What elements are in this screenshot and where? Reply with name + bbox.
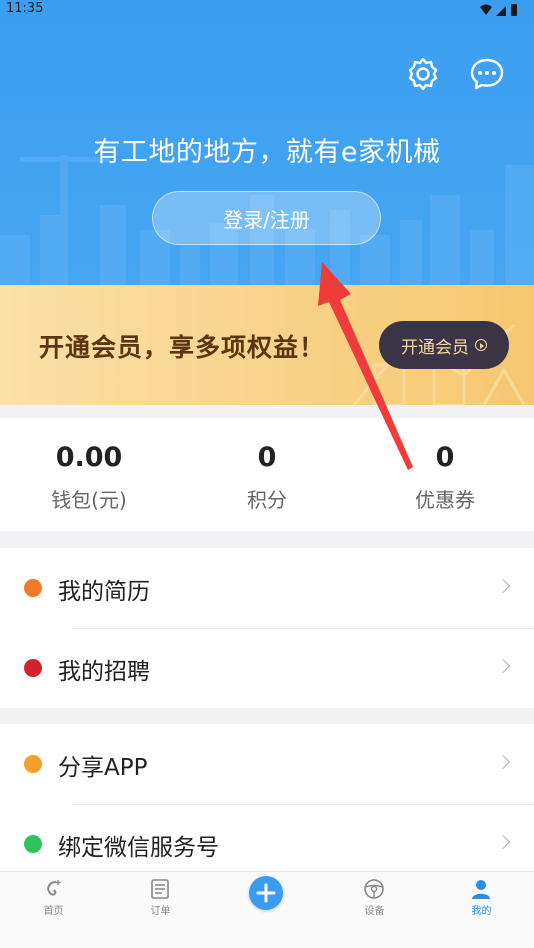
open-membership-label: 开通会员 (401, 337, 469, 358)
chevron-right-icon (495, 578, 511, 594)
app-slogan: 有工地的地方，就有e家机械 (93, 137, 441, 168)
tab-label: 订单 (150, 906, 171, 917)
wallet-label: 钱包(元) (51, 488, 127, 512)
tab-mine[interactable]: 我的 (428, 872, 534, 932)
wallet-value: 0.00 (55, 442, 123, 473)
status-time: 11:35 (6, 1, 44, 16)
points-value: 0 (257, 442, 277, 473)
publish-plus-button[interactable] (249, 876, 283, 910)
menu-group-career: 我的简历 我的招聘 (0, 548, 534, 708)
menu-item-label: 我的招聘 (58, 659, 150, 685)
membership-banner[interactable]: 开通会员，享多项权益！ 开通会员 (0, 285, 534, 405)
tab-label: 首页 (43, 906, 64, 917)
chevron-right-icon (495, 658, 511, 674)
menu-group-social: 分享APP 绑定微信服务号 (0, 724, 534, 872)
message-chat-icon[interactable] (469, 56, 505, 92)
menu-item-my-recruitment[interactable]: 我的招聘 (0, 628, 534, 708)
coupons-value: 0 (435, 442, 455, 473)
menu-item-label: 分享APP (58, 755, 148, 781)
status-bar: 11:35 (0, 0, 534, 20)
menu-item-my-resume[interactable]: 我的简历 (0, 548, 534, 628)
login-register-button[interactable]: 登录/注册 (152, 191, 381, 245)
menu-item-label: 绑定微信服务号 (58, 835, 219, 861)
tab-label: 设备 (364, 906, 385, 917)
open-membership-button[interactable]: 开通会员 (379, 321, 509, 369)
home-logo-icon (47, 880, 61, 896)
chevron-right-icon (495, 754, 511, 770)
tab-label: 我的 (471, 906, 492, 917)
recruit-icon (24, 659, 42, 677)
tab-equipment[interactable]: 设备 (321, 872, 428, 932)
coupons-stat[interactable]: 0 优惠券 (356, 418, 534, 531)
tab-home[interactable]: 首页 (0, 872, 107, 932)
chevron-right-icon (495, 834, 511, 850)
points-label: 积分 (247, 488, 287, 512)
system-status-icons (480, 4, 517, 16)
account-stats: 0.00 钱包(元) 0 积分 0 优惠券 (0, 418, 534, 531)
steering-wheel-icon (364, 879, 384, 899)
user-profile-icon (472, 880, 490, 899)
resume-icon (24, 579, 42, 597)
settings-gear-icon[interactable] (405, 56, 441, 92)
play-circle-icon (475, 339, 487, 351)
menu-item-share-app[interactable]: 分享APP (0, 724, 534, 804)
wechat-icon (24, 835, 42, 853)
coupons-label: 优惠券 (415, 488, 475, 512)
wallet-stat[interactable]: 0.00 钱包(元) (0, 418, 178, 531)
membership-promo-text: 开通会员，享多项权益！ (39, 333, 326, 362)
order-list-icon (151, 879, 169, 899)
points-stat[interactable]: 0 积分 (178, 418, 356, 531)
menu-item-label: 我的简历 (58, 579, 150, 605)
share-icon (24, 755, 42, 773)
profile-header: 11:35 有工地的地方，就有e家机械 登录/注册 (0, 0, 534, 285)
bottom-tab-bar: 首页 订单 设备 我的 (0, 871, 534, 948)
tab-orders[interactable]: 订单 (107, 872, 214, 932)
plus-icon (256, 883, 276, 903)
